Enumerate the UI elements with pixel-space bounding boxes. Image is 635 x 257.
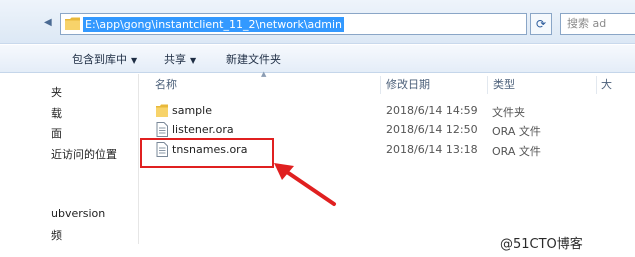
new-folder-button[interactable]: 新建文件夹 [226,51,281,67]
column-header-name[interactable]: 名称 [155,74,177,96]
file-row[interactable]: sample 2018/6/14 14:59 文件夹 [150,102,605,120]
nav-item-videos[interactable]: 频 [51,227,62,243]
column-divider[interactable] [596,76,597,94]
folder-icon [65,17,80,30]
column-header-size[interactable]: 大 [601,74,612,96]
file-modified: 2018/6/14 13:18 [386,143,478,156]
file-type: ORA 文件 [492,125,541,138]
nav-item-downloads[interactable]: 载 [51,105,62,121]
file-name: listener.ora [172,123,234,136]
navigation-pane: 夹 载 面 近访问的位置 ubversion 频 [0,74,138,257]
column-header-type[interactable]: 类型 [493,74,515,96]
column-divider[interactable] [380,76,381,94]
search-input[interactable]: 搜索 ad [560,13,635,35]
sort-up-icon: ▲ [261,70,267,78]
highlight-box [140,138,274,168]
address-field[interactable]: E:\app\gong\instantclient_11_2\network\a… [60,13,584,35]
file-icon [156,122,168,137]
file-row[interactable]: listener.ora 2018/6/14 12:50 ORA 文件 [150,121,605,139]
pane-divider[interactable] [138,74,139,244]
refresh-button[interactable]: ⟳ [530,13,552,35]
nav-arrow-icon[interactable]: ◀ [44,14,54,32]
include-in-library-label: 包含到库中 [72,53,127,66]
toolbar: 包含到库中 ▼ 共享 ▼ 新建文件夹 [0,45,635,73]
new-folder-label: 新建文件夹 [226,53,281,66]
file-type: ORA 文件 [492,145,541,158]
nav-item-recent-places[interactable]: 近访问的位置 [51,146,117,162]
column-divider[interactable] [487,76,488,94]
folder-icon [156,104,168,117]
nav-item-subversion[interactable]: ubversion [51,207,105,220]
include-in-library-button[interactable]: 包含到库中 ▼ [72,51,137,67]
file-modified: 2018/6/14 14:59 [386,104,478,117]
chevron-down-icon: ▼ [131,56,138,65]
file-type: 文件夹 [492,106,525,119]
nav-item-favorites[interactable]: 夹 [51,84,62,100]
share-label: 共享 [164,53,186,66]
file-modified: 2018/6/14 12:50 [386,123,478,136]
refresh-icon: ⟳ [535,17,547,31]
watermark: @51CTO博客 [500,237,583,252]
address-path[interactable]: E:\app\gong\instantclient_11_2\network\a… [83,17,345,32]
chevron-down-icon: ▼ [190,56,197,65]
nav-item-desktop[interactable]: 面 [51,125,62,141]
search-placeholder: 搜索 ad [567,17,607,30]
annotation-arrow-icon [274,163,336,206]
share-button[interactable]: 共享 ▼ [164,51,196,67]
column-header-modified[interactable]: 修改日期 [386,74,430,96]
file-name: sample [172,104,212,117]
address-bar-area: ◀ E:\app\gong\instantclient_11_2\network… [0,0,635,44]
